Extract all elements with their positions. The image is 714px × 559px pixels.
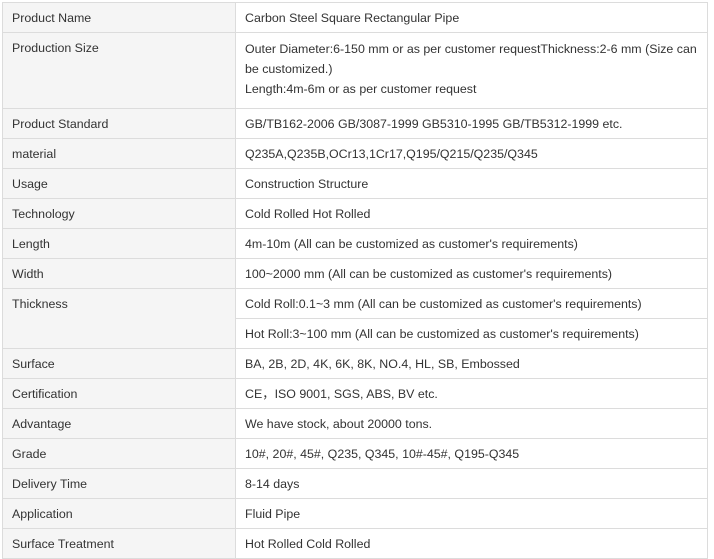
table-row: Length 4m-10m (All can be customized as …	[2, 228, 708, 259]
spec-key: Width	[2, 258, 236, 289]
spec-key: Delivery Time	[2, 468, 236, 499]
spec-value: Cold Roll:0.1~3 mm (All can be customize…	[235, 288, 708, 319]
table-row: Grade 10#, 20#, 45#, Q235, Q345, 10#-45#…	[2, 438, 708, 469]
spec-key: Surface	[2, 348, 236, 379]
spec-key: Certification	[2, 378, 236, 409]
spec-key: Length	[2, 228, 236, 259]
spec-value: Hot Rolled Cold Rolled	[235, 528, 708, 559]
spec-key: Grade	[2, 438, 236, 469]
spec-value-line: Outer Diameter:6-150 mm or as per custom…	[245, 42, 697, 76]
spec-key: Production Size	[2, 32, 236, 109]
spec-value: Q235A,Q235B,OCr13,1Cr17,Q195/Q215/Q235/Q…	[235, 138, 708, 169]
spec-value: Carbon Steel Square Rectangular Pipe	[235, 2, 708, 33]
table-row: Width 100~2000 mm (All can be customized…	[2, 258, 708, 289]
table-row: Certification CE，ISO 9001, SGS, ABS, BV …	[2, 378, 708, 409]
spec-value: Cold Rolled Hot Rolled	[235, 198, 708, 229]
table-row: Usage Construction Structure	[2, 168, 708, 199]
spec-value: Outer Diameter:6-150 mm or as per custom…	[235, 32, 708, 109]
spec-value-line: Length:4m-6m or as per customer request	[245, 82, 477, 96]
spec-key: material	[2, 138, 236, 169]
spec-key: Usage	[2, 168, 236, 199]
spec-key: Advantage	[2, 408, 236, 439]
spec-key: Application	[2, 498, 236, 529]
spec-value: Fluid Pipe	[235, 498, 708, 529]
table-row: Surface Treatment Hot Rolled Cold Rolled	[2, 528, 708, 559]
table-row: Product Name Carbon Steel Square Rectang…	[2, 2, 708, 33]
spec-value: We have stock, about 20000 tons.	[235, 408, 708, 439]
spec-key: Thickness	[2, 288, 236, 349]
table-row: Product Standard GB/TB162-2006 GB/3087-1…	[2, 108, 708, 139]
spec-value: Construction Structure	[235, 168, 708, 199]
table-row: Surface BA, 2B, 2D, 4K, 6K, 8K, NO.4, HL…	[2, 348, 708, 379]
table-row: Technology Cold Rolled Hot Rolled	[2, 198, 708, 229]
product-spec-table: Product Name Carbon Steel Square Rectang…	[2, 2, 708, 559]
spec-value: 8-14 days	[235, 468, 708, 499]
spec-key: Surface Treatment	[2, 528, 236, 559]
spec-key: Product Standard	[2, 108, 236, 139]
spec-value: GB/TB162-2006 GB/3087-1999 GB5310-1995 G…	[235, 108, 708, 139]
table-row: Production Size Outer Diameter:6-150 mm …	[2, 32, 708, 109]
table-row: Thickness Cold Roll:0.1~3 mm (All can be…	[2, 288, 708, 349]
table-row: material Q235A,Q235B,OCr13,1Cr17,Q195/Q2…	[2, 138, 708, 169]
spec-value: 100~2000 mm (All can be customized as cu…	[235, 258, 708, 289]
spec-key: Product Name	[2, 2, 236, 33]
spec-value: Hot Roll:3~100 mm (All can be customized…	[235, 318, 708, 349]
table-row: Delivery Time 8-14 days	[2, 468, 708, 499]
table-row: Application Fluid Pipe	[2, 498, 708, 529]
table-row: Advantage We have stock, about 20000 ton…	[2, 408, 708, 439]
spec-value: 10#, 20#, 45#, Q235, Q345, 10#-45#, Q195…	[235, 438, 708, 469]
spec-value: 4m-10m (All can be customized as custome…	[235, 228, 708, 259]
spec-key: Technology	[2, 198, 236, 229]
spec-value: BA, 2B, 2D, 4K, 6K, 8K, NO.4, HL, SB, Em…	[235, 348, 708, 379]
spec-value: CE，ISO 9001, SGS, ABS, BV etc.	[235, 378, 708, 409]
